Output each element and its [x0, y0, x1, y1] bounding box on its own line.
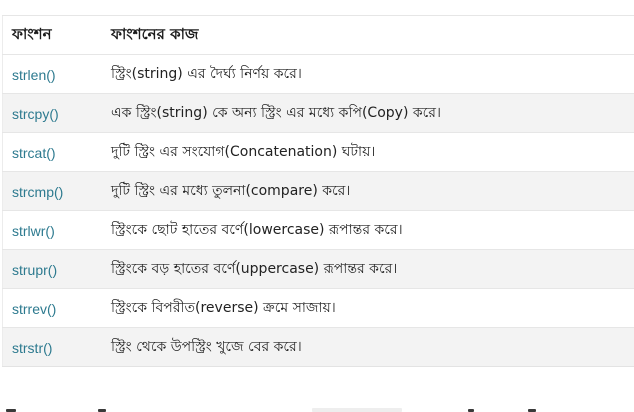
- function-cell: strcmp(): [2, 171, 102, 211]
- description-cell: স্ট্রিংকে বড় হাতের বর্ণে(uppercase) রূপ…: [102, 249, 634, 289]
- table-row: strlwr() স্ট্রিংকে ছোট হাতের বর্ণে(lower…: [2, 210, 634, 250]
- function-link-strcmp[interactable]: strcmp(): [12, 184, 63, 200]
- function-cell: strlwr(): [2, 210, 102, 250]
- table-row: strrev() স্ট্রিংকে বিপরীত(reverse) ক্রমে…: [2, 288, 634, 328]
- function-link-strupr[interactable]: strupr(): [12, 262, 57, 278]
- function-cell: strcat(): [2, 132, 102, 172]
- function-description: স্ট্রিংকে ছোট হাতের বর্ণে(lowercase) রূপ…: [111, 222, 403, 238]
- table-row: strstr() স্ট্রিং থেকে উপস্ট্রিং খুজে বের…: [2, 327, 634, 367]
- description-cell: স্ট্রিং(string) এর দৈর্ঘ্য নির্ণয় করে।: [102, 54, 634, 94]
- function-description: দুটি স্ট্রিং এর মধ্যে তুলনা(compare) করে…: [111, 183, 351, 199]
- function-description: এক স্ট্রিং(string) কে অন্য স্ট্রিং এর মধ…: [111, 105, 441, 121]
- function-cell: strrev(): [2, 288, 102, 328]
- function-cell: strlen(): [2, 54, 102, 94]
- function-cell: strcpy(): [2, 93, 102, 133]
- function-cell: strupr(): [2, 249, 102, 289]
- function-description: স্ট্রিং(string) এর দৈর্ঘ্য নির্ণয় করে।: [111, 66, 302, 82]
- function-cell: strstr(): [2, 327, 102, 367]
- description-cell: দুটি স্ট্রিং এর মধ্যে তুলনা(compare) করে…: [102, 171, 634, 211]
- function-description: স্ট্রিংকে বিপরীত(reverse) ক্রমে সাজায়।: [111, 300, 336, 316]
- inline-code-fragment: [312, 408, 402, 412]
- description-cell: স্ট্রিং থেকে উপস্ট্রিং খুজে বের করে।: [102, 327, 634, 367]
- function-description: স্ট্রিংকে বড় হাতের বর্ণে(uppercase) রূপ…: [111, 261, 398, 277]
- header-function: ফাংশন: [2, 15, 102, 55]
- table-row: strcmp() দুটি স্ট্রিং এর মধ্যে তুলনা(com…: [2, 171, 634, 211]
- table-header-row: ফাংশন ফাংশনের কাজ: [2, 15, 634, 55]
- page: ফাংশন ফাংশনের কাজ strlen() স্ট্রিং(strin…: [0, 0, 634, 412]
- function-description: স্ট্রিং থেকে উপস্ট্রিং খুজে বের করে।: [111, 339, 302, 355]
- table-row: strlen() স্ট্রিং(string) এর দৈর্ঘ্য নির্…: [2, 54, 634, 94]
- description-cell: স্ট্রিংকে ছোট হাতের বর্ণে(lowercase) রূপ…: [102, 210, 634, 250]
- function-link-strcpy[interactable]: strcpy(): [12, 106, 59, 122]
- table-row: strupr() স্ট্রিংকে বড় হাতের বর্ণে(upper…: [2, 249, 634, 289]
- table-row: strcat() দুটি স্ট্রিং এর সংযোগ(Concatena…: [2, 132, 634, 172]
- cut-off-next-paragraph: [0, 404, 634, 412]
- description-cell: দুটি স্ট্রিং এর সংযোগ(Concatenation) ঘটা…: [102, 132, 634, 172]
- function-link-strlwr[interactable]: strlwr(): [12, 223, 55, 239]
- description-cell: এক স্ট্রিং(string) কে অন্য স্ট্রিং এর মধ…: [102, 93, 634, 133]
- string-functions-table: ফাংশন ফাংশনের কাজ strlen() স্ট্রিং(strin…: [2, 15, 634, 367]
- function-link-strcat[interactable]: strcat(): [12, 145, 56, 161]
- function-link-strlen[interactable]: strlen(): [12, 67, 56, 83]
- function-link-strstr[interactable]: strstr(): [12, 340, 52, 356]
- function-link-strrev[interactable]: strrev(): [12, 301, 56, 317]
- header-task: ফাংশনের কাজ: [102, 15, 634, 55]
- function-description: দুটি স্ট্রিং এর সংযোগ(Concatenation) ঘটা…: [111, 144, 376, 160]
- description-cell: স্ট্রিংকে বিপরীত(reverse) ক্রমে সাজায়।: [102, 288, 634, 328]
- table-row: strcpy() এক স্ট্রিং(string) কে অন্য স্ট্…: [2, 93, 634, 133]
